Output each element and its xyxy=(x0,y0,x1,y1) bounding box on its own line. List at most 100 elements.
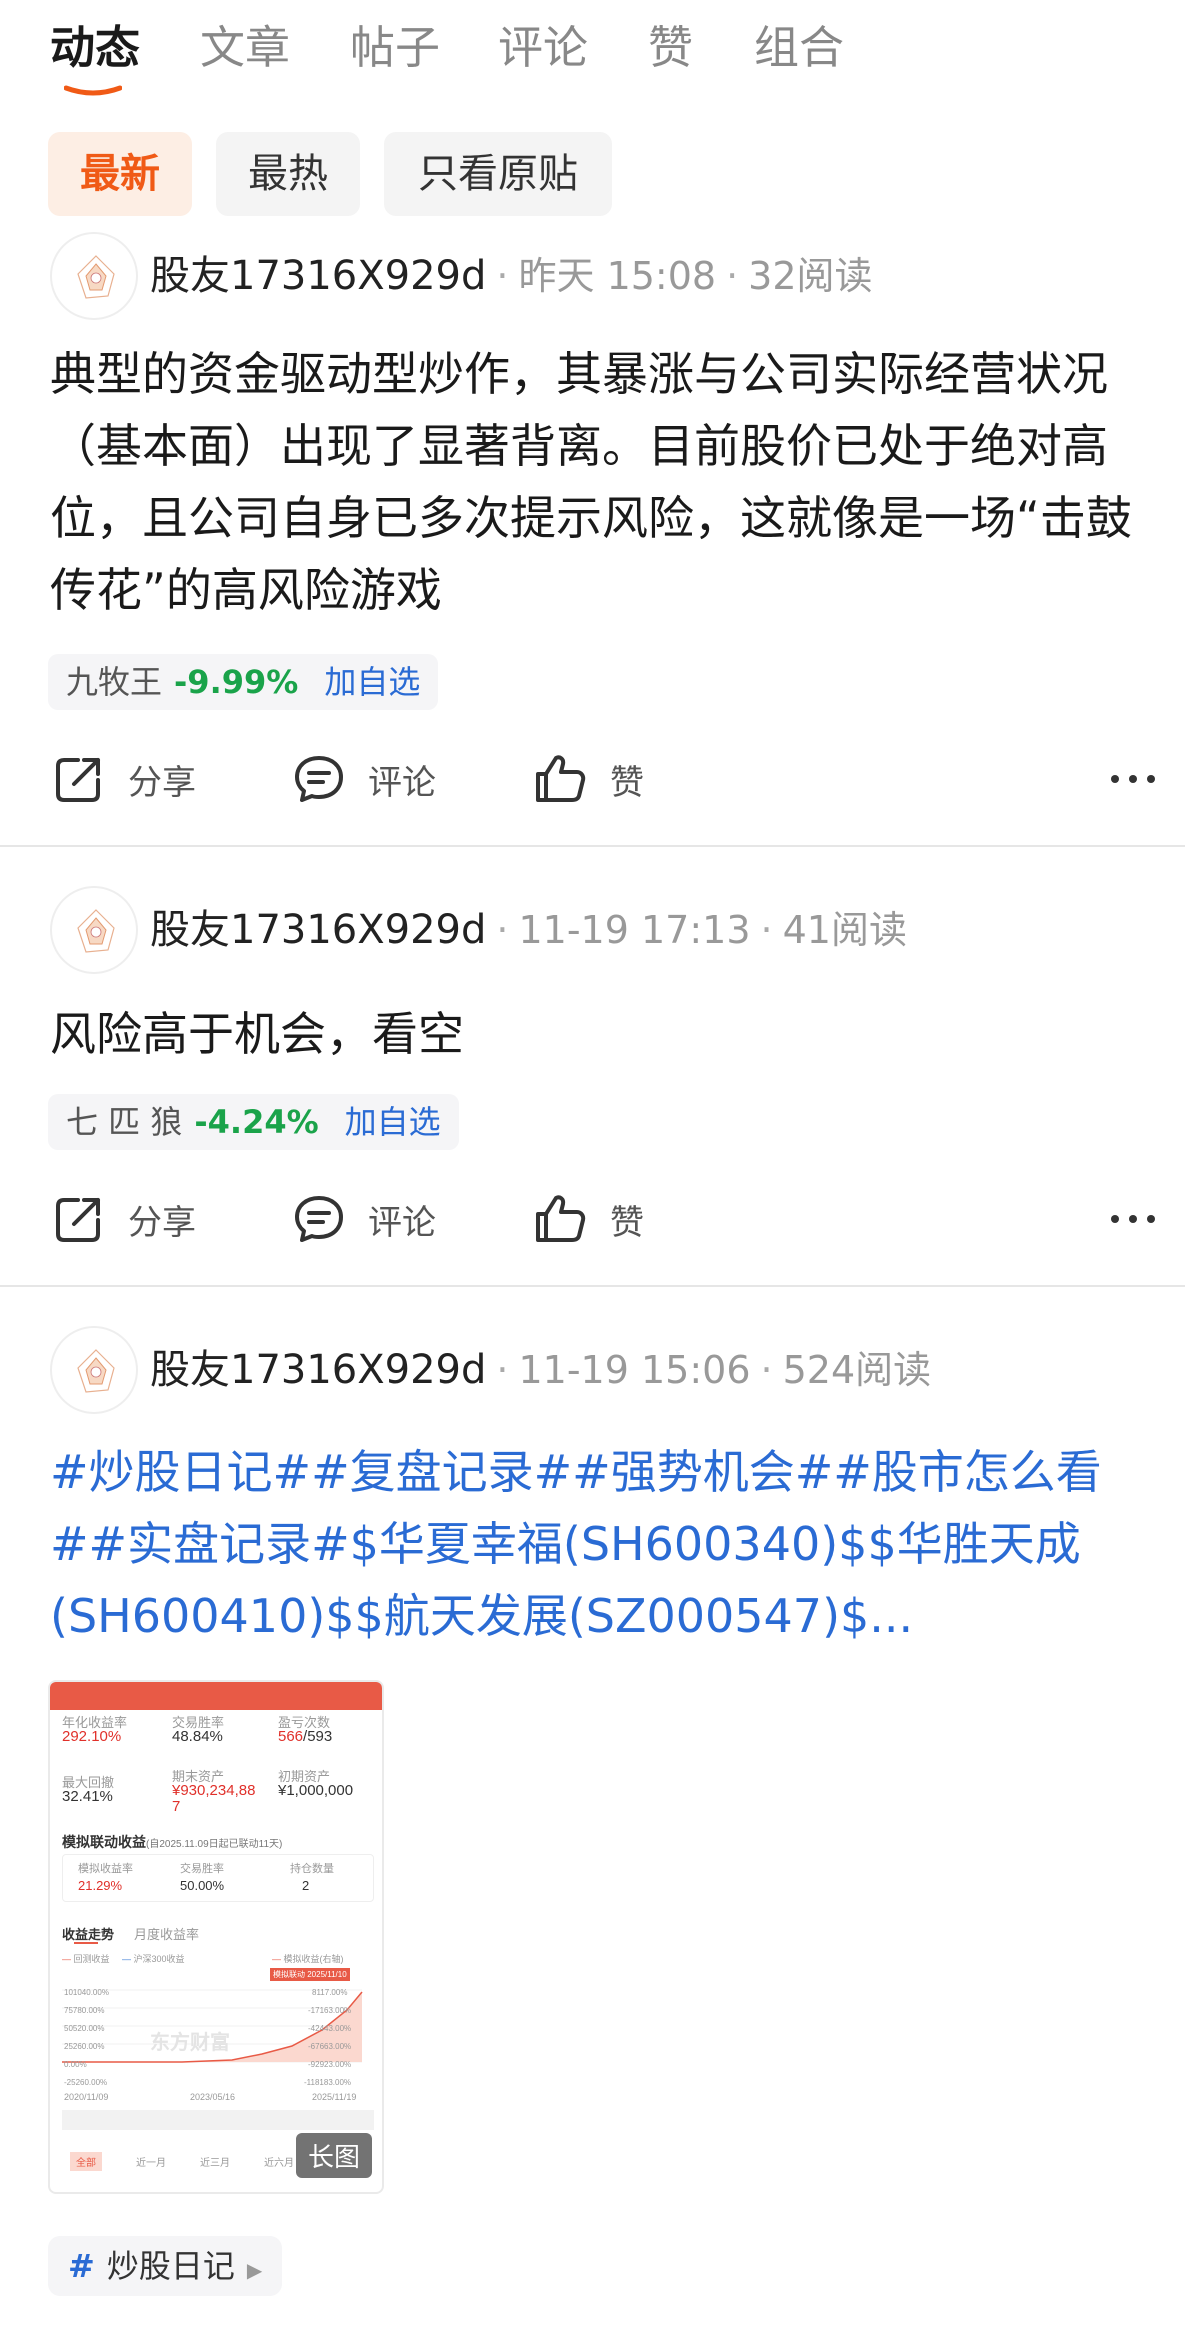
legend-hs300: — 沪深300收益 xyxy=(122,1954,185,1964)
post-time: 昨天 15:08 xyxy=(518,254,717,298)
comment-icon xyxy=(295,1196,343,1242)
hashtag-icon: # xyxy=(68,2247,95,2285)
x-tick: 2020/11/09 xyxy=(64,2092,109,2102)
tab-posts[interactable]: 帖子 xyxy=(350,18,440,78)
right-y-tick: -118183.00% xyxy=(304,2078,351,2087)
sim-rate-value: 21.29% xyxy=(78,1878,123,1893)
image-header-band xyxy=(50,1682,382,1710)
stock-name: 九牧王 xyxy=(66,663,163,701)
avatar-radar-icon xyxy=(77,1349,115,1393)
like-button[interactable]: 赞 xyxy=(532,1184,644,1254)
tab-articles[interactable]: 文章 xyxy=(200,18,290,78)
legend-sim: — 模拟收益(右轴) xyxy=(272,1954,344,1964)
range-6m: 近六月 xyxy=(264,2158,294,2169)
chevron-right-icon: ▶ xyxy=(246,2258,263,2282)
share-label: 分享 xyxy=(128,1202,196,1243)
max-drawdown-value: 32.41% xyxy=(62,1788,113,1805)
range-all: 全部 xyxy=(70,2152,102,2171)
author-name[interactable]: 股友17316X929d xyxy=(150,907,486,953)
post-body[interactable]: 风险高于机会，看空 xyxy=(50,998,1170,1070)
stock-change: -4.24% xyxy=(194,1103,319,1141)
share-icon xyxy=(56,1198,100,1242)
add-watchlist-button[interactable]: 加自选 xyxy=(324,663,420,701)
y-tick: -25260.00% xyxy=(64,2078,108,2087)
y-tick: 50520.00% xyxy=(64,2024,105,2033)
read-count: 32阅读 xyxy=(748,254,873,298)
post-image[interactable]: 年化收益率 292.10% 交易胜率 48.84% 盈亏次数 566/593 最… xyxy=(48,1680,384,2194)
thumbs-up-icon xyxy=(536,755,586,802)
end-assets-value: ¥930,234,88 xyxy=(172,1782,256,1799)
stock-chip[interactable]: 九牧王 -9.99% 加自选 xyxy=(48,654,439,710)
topic-tag[interactable]: # 炒股日记 ▶ xyxy=(48,2236,283,2296)
author-name[interactable]: 股友17316X929d xyxy=(150,1347,486,1393)
right-y-tick: -67663.00% xyxy=(308,2042,352,2051)
divider xyxy=(0,845,1185,847)
right-y-tick: 8117.00% xyxy=(312,1988,348,1997)
long-image-badge: 长图 xyxy=(295,2133,372,2178)
trade-rate-value: 50.00% xyxy=(180,1878,225,1893)
post-meta: 股友17316X929d · 11-19 17:13 · 41阅读 xyxy=(150,907,907,953)
add-watchlist-button[interactable]: 加自选 xyxy=(345,1103,441,1141)
more-dots-icon xyxy=(1111,775,1155,783)
post-meta: 股友17316X929d · 昨天 15:08 · 32阅读 xyxy=(150,253,873,299)
like-button[interactable]: 赞 xyxy=(532,744,644,814)
stock-chip[interactable]: 七 匹 狼 -4.24% 加自选 xyxy=(48,1094,459,1150)
y-tick: 75780.00% xyxy=(64,2006,105,2015)
comment-button[interactable]: 评论 xyxy=(292,744,436,814)
trend-tab-underline xyxy=(74,1942,98,1944)
tab-monthly-return: 月度收益率 xyxy=(134,1927,200,1942)
post-actions: 分享 评论 赞 xyxy=(0,1184,1185,1254)
share-label: 分享 xyxy=(128,762,196,803)
avatar-radar-icon xyxy=(77,255,115,299)
read-count: 41阅读 xyxy=(782,908,907,952)
stock-change: -9.99% xyxy=(174,663,299,701)
annual-return-value: 292.10% xyxy=(62,1728,122,1745)
avatar[interactable] xyxy=(50,1326,138,1414)
share-button[interactable]: 分享 xyxy=(52,1184,196,1254)
x-tick: 2023/05/16 xyxy=(190,2092,236,2102)
hold-count-value: 2 xyxy=(302,1878,310,1893)
range-3m: 近三月 xyxy=(200,2158,230,2169)
post-body-hashtags[interactable]: #炒股日记##复盘记录##强势机会##股市怎么看##实盘记录#$华夏幸福(SH6… xyxy=(50,1436,1170,1652)
author-name[interactable]: 股友17316X929d xyxy=(150,253,486,299)
read-count: 524阅读 xyxy=(782,1348,932,1392)
comment-label: 评论 xyxy=(368,1202,436,1243)
filter-original-only[interactable]: 只看原贴 xyxy=(384,132,612,216)
range-slider xyxy=(62,2110,374,2130)
post-body[interactable]: 典型的资金驱动型炒作，其暴涨与公司实际经营状况（基本面）出现了显著背离。目前股价… xyxy=(50,338,1170,626)
tab-return-trend: 收益走势 xyxy=(62,1927,115,1942)
post-actions: 分享 评论 赞 xyxy=(0,744,1185,814)
sim-title: 模拟联动收益(自2025.11.09日起已联动11天) xyxy=(62,1834,283,1850)
tab-portfolio[interactable]: 组合 xyxy=(754,18,844,78)
more-button[interactable] xyxy=(1103,1184,1163,1254)
filter-latest[interactable]: 最新 xyxy=(48,132,192,216)
topic-tag-label: 炒股日记 xyxy=(106,2247,235,2285)
stock-name: 七 匹 狼 xyxy=(66,1103,183,1141)
range-1m: 近一月 xyxy=(136,2158,166,2169)
share-button[interactable]: 分享 xyxy=(52,744,196,814)
tab-likes[interactable]: 赞 xyxy=(648,18,693,78)
more-button[interactable] xyxy=(1103,744,1163,814)
avatar[interactable] xyxy=(50,886,138,974)
tab-comments[interactable]: 评论 xyxy=(498,18,588,78)
watermark: 东方财富 xyxy=(150,2032,230,2054)
avatar-radar-icon xyxy=(77,909,115,953)
sim-rate-label: 模拟收益率 xyxy=(78,1863,133,1875)
divider xyxy=(0,1285,1185,1287)
right-y-tick: -17163.00% xyxy=(308,2006,352,2015)
trade-rate-label: 交易胜率 xyxy=(180,1863,224,1875)
post-time: 11-19 15:06 xyxy=(518,1348,751,1392)
avatar[interactable] xyxy=(50,232,138,320)
like-label: 赞 xyxy=(610,1202,644,1243)
active-tab-indicator xyxy=(64,85,122,96)
initial-assets-value: ¥1,000,000 xyxy=(278,1782,354,1799)
comment-button[interactable]: 评论 xyxy=(292,1184,436,1254)
end-assets-value-cont: 7 xyxy=(172,1798,181,1815)
post-time: 11-19 17:13 xyxy=(518,908,751,952)
share-icon xyxy=(56,758,100,802)
y-tick: 25260.00% xyxy=(64,2042,105,2051)
comment-icon xyxy=(295,756,343,802)
tab-dynamics[interactable]: 动态 xyxy=(50,18,140,78)
right-y-tick: -42443.00% xyxy=(308,2024,352,2033)
filter-hottest[interactable]: 最热 xyxy=(216,132,360,216)
